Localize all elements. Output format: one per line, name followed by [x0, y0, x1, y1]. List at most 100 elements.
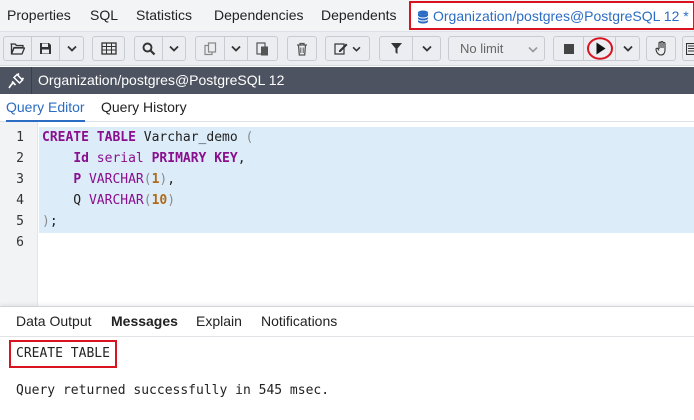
file-button-group	[3, 36, 84, 61]
chevron-down-icon	[352, 46, 361, 52]
chevron-down-icon	[622, 45, 633, 52]
plug-icon	[7, 72, 24, 88]
edit-icon	[334, 43, 348, 55]
line-number: 4	[16, 193, 24, 208]
filter-button-group	[379, 36, 441, 61]
copy-options-dropdown[interactable]	[225, 37, 248, 60]
line-number: 2	[16, 151, 24, 166]
edit-grid-button[interactable]	[93, 37, 124, 60]
tab-explain[interactable]: Explain	[196, 307, 242, 336]
code-token: Id	[73, 151, 89, 166]
line-number: 3	[16, 172, 24, 187]
find-button-group	[134, 36, 186, 61]
chevron-down-icon	[66, 45, 77, 52]
filter-button[interactable]	[380, 37, 413, 60]
row-limit-select[interactable]: No limit	[448, 36, 545, 61]
edit-options-button[interactable]	[326, 37, 369, 60]
code-token: CREATE TABLE	[42, 130, 136, 145]
clipboard-button-group	[195, 36, 278, 61]
code-token: ,	[237, 151, 246, 166]
code-token: P	[73, 172, 82, 187]
chevron-down-icon	[528, 46, 538, 53]
code-token: (	[143, 172, 152, 187]
tab-notifications[interactable]: Notifications	[261, 307, 337, 336]
tab-sql[interactable]: SQL	[90, 0, 118, 32]
connection-status-button[interactable]	[0, 67, 32, 94]
find-options-dropdown[interactable]	[163, 37, 185, 60]
row-limit-value: No limit	[460, 41, 504, 56]
execute-button[interactable]	[584, 37, 616, 60]
line-number: 1	[16, 130, 24, 145]
code-line: P VARCHAR(1),	[42, 169, 175, 190]
overflow-button-group	[682, 36, 694, 61]
chevron-down-icon	[169, 45, 179, 52]
code-token: VARCHAR	[88, 193, 144, 208]
code-token: (	[245, 130, 254, 145]
editor-tab-bar: Query Editor Query History	[0, 94, 694, 122]
tab-messages[interactable]: Messages	[111, 307, 178, 336]
code-line: Id serial PRIMARY KEY,	[42, 148, 246, 169]
folder-open-icon	[10, 43, 25, 55]
macros-button[interactable]	[647, 37, 675, 60]
tab-query-tool[interactable]: Organization/postgres@PostgreSQL 12 *	[409, 1, 694, 30]
code-line: Q VARCHAR(10)	[42, 190, 175, 211]
code-token: 10	[151, 193, 168, 208]
code-token: Q	[42, 193, 89, 208]
connection-title: Organization/postgres@PostgreSQL 12	[38, 72, 285, 88]
tab-query-editor[interactable]: Query Editor	[6, 94, 85, 122]
code-token: (	[143, 193, 152, 208]
save-icon	[40, 43, 51, 54]
tab-statistics[interactable]: Statistics	[136, 0, 192, 32]
tab-dependencies[interactable]: Dependencies	[214, 0, 304, 32]
tab-dependents[interactable]: Dependents	[321, 0, 397, 32]
line-number: 5	[16, 214, 24, 229]
paste-button[interactable]	[248, 37, 277, 60]
delete-button-group	[287, 36, 317, 61]
sql-code-editor[interactable]: 1 2 3 4 5 6 CREATE TABLE Varchar_demo ( …	[0, 122, 694, 306]
tab-properties[interactable]: Properties	[7, 0, 71, 32]
code-token: ;	[49, 214, 58, 229]
open-file-button[interactable]	[4, 37, 32, 60]
save-options-dropdown[interactable]	[60, 37, 83, 60]
query-status-message: Query returned successfully in 545 msec.	[16, 383, 330, 398]
code-token: ,	[167, 172, 176, 187]
execute-options-dropdown[interactable]	[616, 37, 639, 60]
delete-button[interactable]	[288, 37, 316, 60]
hand-icon	[654, 41, 666, 56]
copy-button[interactable]	[196, 37, 225, 60]
tab-query-history[interactable]: Query History	[101, 94, 187, 122]
code-line: );	[42, 211, 58, 232]
save-button[interactable]	[32, 37, 60, 60]
stop-button[interactable]	[554, 37, 584, 60]
top-tab-bar: Properties SQL Statistics Dependencies D…	[0, 0, 694, 32]
paste-icon	[256, 41, 268, 55]
grid-button-group	[92, 36, 125, 61]
edit-button-group	[325, 36, 370, 61]
code-token: serial	[88, 151, 152, 166]
database-icon	[417, 10, 429, 24]
execute-button-group	[553, 36, 640, 61]
tab-data-output[interactable]: Data Output	[16, 307, 92, 336]
find-button[interactable]	[135, 37, 163, 60]
stop-icon	[563, 43, 574, 54]
line-number-gutter: 1 2 3 4 5 6	[0, 122, 38, 306]
code-token: Varchar_demo	[135, 130, 246, 145]
macros-button-group	[646, 36, 676, 61]
filter-options-dropdown[interactable]	[413, 37, 440, 60]
tab-query-tool-label: Organization/postgres@PostgreSQL 12 *	[433, 8, 689, 24]
result-message: CREATE TABLE	[9, 340, 117, 368]
results-tab-bar: Data Output Messages Explain Notificatio…	[0, 307, 694, 337]
code-token: VARCHAR	[81, 172, 144, 187]
download-icon	[686, 42, 694, 55]
connection-bar: Organization/postgres@PostgreSQL 12	[0, 67, 694, 94]
chevron-down-icon	[421, 45, 432, 52]
search-icon	[142, 42, 155, 55]
code-line: CREATE TABLE Varchar_demo (	[42, 127, 253, 148]
trash-icon	[297, 42, 307, 56]
more-tools-button[interactable]	[683, 37, 694, 60]
play-icon	[586, 37, 613, 60]
query-toolbar: No limit	[0, 32, 694, 66]
grid-icon	[100, 42, 117, 55]
copy-icon	[203, 41, 216, 55]
